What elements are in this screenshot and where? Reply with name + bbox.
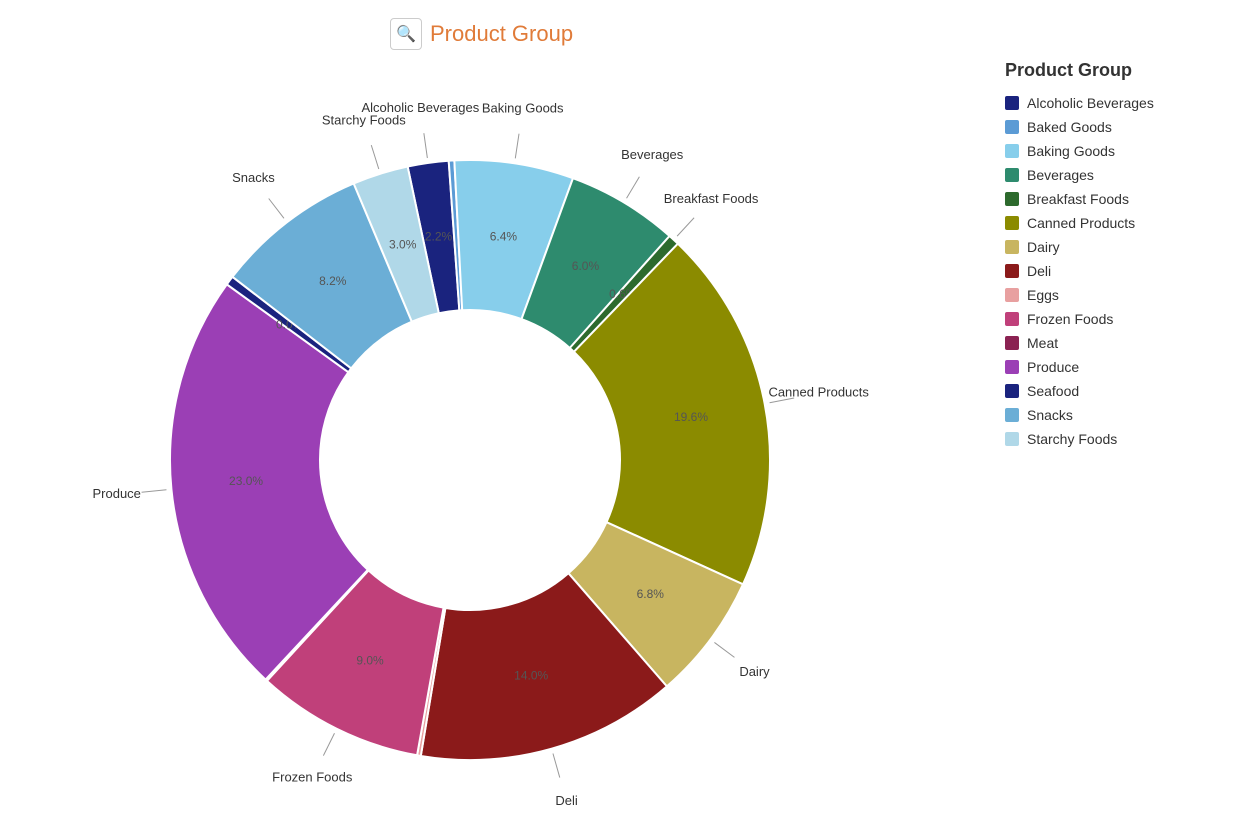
legend-item: Baking Goods <box>1005 143 1245 159</box>
legend-label: Alcoholic Beverages <box>1027 95 1154 111</box>
legend-color <box>1005 360 1019 374</box>
legend-label: Dairy <box>1027 239 1060 255</box>
legend-item: Seafood <box>1005 383 1245 399</box>
segment-line <box>627 177 640 198</box>
segment-label-deli: Deli <box>555 793 578 808</box>
segment-pct-dairy: 6.8% <box>637 587 665 601</box>
legend-color <box>1005 96 1019 110</box>
legend-color <box>1005 384 1019 398</box>
segment-line <box>323 733 334 755</box>
segment-pct-alcoholic-beverages: 2.2% <box>425 229 453 243</box>
legend-label: Beverages <box>1027 167 1094 183</box>
segment-pct-deli: 14.0% <box>514 669 548 683</box>
legend-title: Product Group <box>1005 60 1245 81</box>
segment-label-breakfast-foods: Breakfast Foods <box>664 191 759 206</box>
segment-label-dairy: Dairy <box>739 664 770 679</box>
legend-label: Produce <box>1027 359 1079 375</box>
segment-label-beverages: Beverages <box>621 147 684 162</box>
legend-item: Snacks <box>1005 407 1245 423</box>
legend-color <box>1005 264 1019 278</box>
legend-item: Starchy Foods <box>1005 431 1245 447</box>
chart-icon: 🔍 <box>390 18 422 50</box>
legend-label: Frozen Foods <box>1027 311 1113 327</box>
segment-pct-snacks: 8.2% <box>319 274 347 288</box>
legend-item: Alcoholic Beverages <box>1005 95 1245 111</box>
legend-item: Beverages <box>1005 167 1245 183</box>
legend-color <box>1005 216 1019 230</box>
legend-color <box>1005 168 1019 182</box>
segment-label-produce: Produce <box>92 486 140 501</box>
legend-label: Snacks <box>1027 407 1073 423</box>
chart-title-area: 🔍 Product Group <box>390 18 573 50</box>
legend-color <box>1005 192 1019 206</box>
segment-label-starchy-foods: Starchy Foods <box>322 113 406 128</box>
legend-color <box>1005 288 1019 302</box>
segment-label-snacks: Snacks <box>232 170 275 185</box>
segment-label-frozen-foods: Frozen Foods <box>272 769 353 784</box>
segment-pct-canned-products: 19.6% <box>674 410 708 424</box>
legend-item: Eggs <box>1005 287 1245 303</box>
legend-color <box>1005 432 1019 446</box>
legend-color <box>1005 336 1019 350</box>
legend-label: Starchy Foods <box>1027 431 1117 447</box>
legend-item: Meat <box>1005 335 1245 351</box>
legend-label: Breakfast Foods <box>1027 191 1129 207</box>
legend-item: Deli <box>1005 263 1245 279</box>
segment-line <box>515 134 519 159</box>
legend-label: Deli <box>1027 263 1051 279</box>
segment-pct-baking-goods: 6.4% <box>490 230 518 244</box>
legend-item: Frozen Foods <box>1005 311 1245 327</box>
segment-line <box>424 133 427 158</box>
legend-color <box>1005 120 1019 134</box>
segment-line <box>142 490 167 492</box>
legend-label: Baking Goods <box>1027 143 1115 159</box>
legend-color <box>1005 408 1019 422</box>
legend-label: Canned Products <box>1027 215 1135 231</box>
legend-color <box>1005 240 1019 254</box>
segment-line <box>371 145 378 169</box>
legend-item: Dairy <box>1005 239 1245 255</box>
legend-color <box>1005 312 1019 326</box>
donut-chart-container: 2.2%Alcoholic Beverages6.4%Baking Goods6… <box>50 60 950 820</box>
legend-label: Meat <box>1027 335 1058 351</box>
legend-label: Seafood <box>1027 383 1079 399</box>
legend-color <box>1005 144 1019 158</box>
chart-title: Product Group <box>430 21 573 47</box>
segment-label-canned-products: Canned Products <box>768 385 869 400</box>
segment-line <box>714 642 734 657</box>
legend-item: Produce <box>1005 359 1245 375</box>
segment-pct-frozen-foods: 9.0% <box>356 654 384 668</box>
legend-item: Breakfast Foods <box>1005 191 1245 207</box>
legend-label: Eggs <box>1027 287 1059 303</box>
segment-line <box>269 198 284 218</box>
segment-line <box>553 754 560 778</box>
segment-line <box>677 218 694 236</box>
segment-pct-beverages: 6.0% <box>572 259 600 273</box>
legend-label: Baked Goods <box>1027 119 1112 135</box>
legend-item: Canned Products <box>1005 215 1245 231</box>
legend: Product Group Alcoholic Beverages Baked … <box>1005 60 1245 455</box>
segment-label-baking-goods: Baking Goods <box>482 100 564 115</box>
legend-item: Baked Goods <box>1005 119 1245 135</box>
segment-pct-produce: 23.0% <box>229 474 263 488</box>
segment-pct-starchy-foods: 3.0% <box>389 237 417 251</box>
